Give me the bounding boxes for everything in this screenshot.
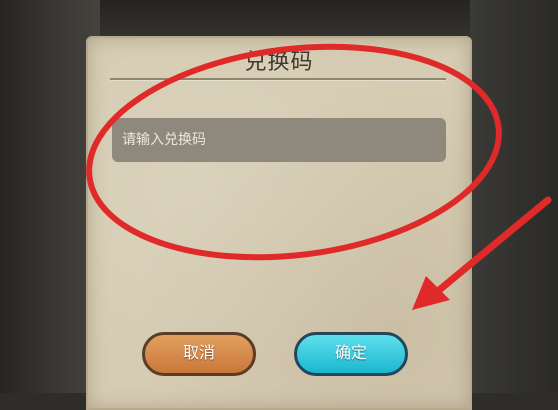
redeem-code-dialog: 兑换码 取消 确定 [86,36,472,410]
title-divider [110,78,446,80]
redeem-code-input[interactable] [112,118,446,162]
background-right [470,0,558,393]
dialog-title: 兑换码 [244,50,314,75]
background-top [100,0,470,40]
background-left [0,0,100,393]
confirm-button[interactable]: 确定 [294,332,408,376]
cancel-button[interactable]: 取消 [142,332,256,376]
